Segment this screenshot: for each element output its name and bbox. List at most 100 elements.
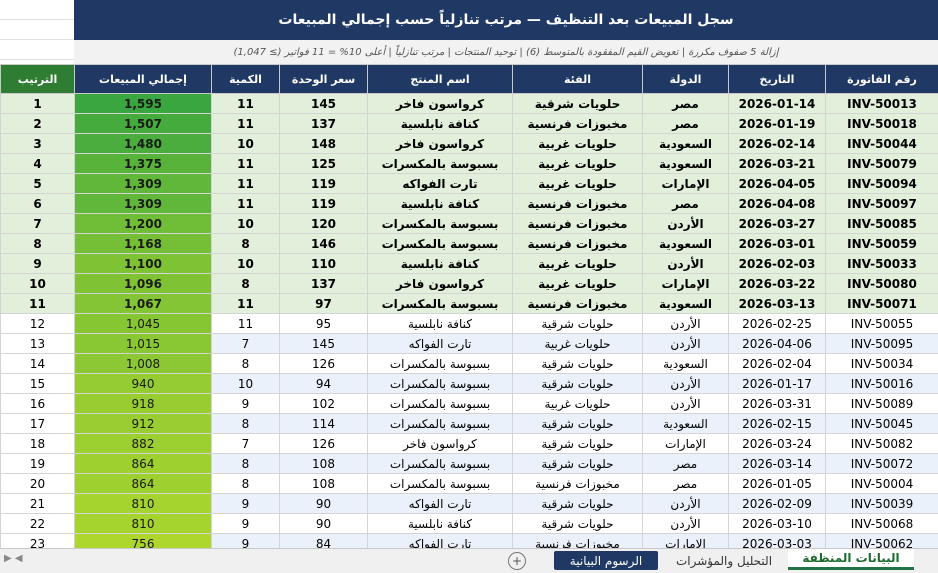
cell-rank[interactable]: 10 bbox=[1, 274, 75, 294]
cell-date[interactable]: 2026-01-14 bbox=[729, 94, 826, 114]
cell-category[interactable]: حلويات غربية bbox=[513, 274, 643, 294]
cell-rank[interactable]: 22 bbox=[1, 514, 75, 534]
cell-invoice[interactable]: INV-50016 bbox=[826, 374, 938, 394]
cell-product[interactable]: كنافة نابلسية bbox=[368, 114, 513, 134]
cell-country[interactable]: الأردن bbox=[643, 314, 729, 334]
cell-total[interactable]: 1,100 bbox=[75, 254, 212, 274]
cell-product[interactable]: بسبوسة بالمكسرات bbox=[368, 454, 513, 474]
cell-product[interactable]: تارت الفواكه bbox=[368, 174, 513, 194]
cell-price[interactable]: 148 bbox=[280, 134, 368, 154]
cell-date[interactable]: 2026-02-15 bbox=[729, 414, 826, 434]
cell-rank[interactable]: 2 bbox=[1, 114, 75, 134]
cell-invoice[interactable]: INV-50089 bbox=[826, 394, 938, 414]
cell-rank[interactable]: 8 bbox=[1, 234, 75, 254]
cell-date[interactable]: 2026-03-21 bbox=[729, 154, 826, 174]
cell-total[interactable]: 1,200 bbox=[75, 214, 212, 234]
cell-price[interactable]: 137 bbox=[280, 274, 368, 294]
cell-country[interactable]: مصر bbox=[643, 114, 729, 134]
cell-category[interactable]: مخبوزات فرنسية bbox=[513, 234, 643, 254]
cell-qty[interactable]: 9 bbox=[212, 394, 280, 414]
cell-qty[interactable]: 9 bbox=[212, 494, 280, 514]
cell-product[interactable]: كرواسون فاخر bbox=[368, 94, 513, 114]
cell-invoice[interactable]: INV-50085 bbox=[826, 214, 938, 234]
cell-invoice[interactable]: INV-50072 bbox=[826, 454, 938, 474]
cell-price[interactable]: 119 bbox=[280, 194, 368, 214]
header-category[interactable]: الفئة bbox=[513, 65, 643, 94]
cell-country[interactable]: الأردن bbox=[643, 394, 729, 414]
cell-qty[interactable]: 9 bbox=[212, 534, 280, 549]
cell-rank[interactable]: 9 bbox=[1, 254, 75, 274]
cell-country[interactable]: الأردن bbox=[643, 254, 729, 274]
cell-qty[interactable]: 11 bbox=[212, 194, 280, 214]
cell-qty[interactable]: 8 bbox=[212, 354, 280, 374]
cell-price[interactable]: 119 bbox=[280, 174, 368, 194]
add-sheet-icon[interactable]: + bbox=[508, 552, 526, 570]
cell-invoice[interactable]: INV-50097 bbox=[826, 194, 938, 214]
cell-total[interactable]: 810 bbox=[75, 514, 212, 534]
cell-total[interactable]: 882 bbox=[75, 434, 212, 454]
spreadsheet-area[interactable]: سجل المبيعات بعد التنظيف — مرتب تنازلياً… bbox=[0, 0, 938, 548]
tab-charts[interactable]: الرسوم البيانية bbox=[554, 551, 658, 570]
cell-invoice[interactable]: INV-50095 bbox=[826, 334, 938, 354]
cell-invoice[interactable]: INV-50034 bbox=[826, 354, 938, 374]
cell-product[interactable]: بسبوسة بالمكسرات bbox=[368, 354, 513, 374]
cell-qty[interactable]: 11 bbox=[212, 294, 280, 314]
cell-invoice[interactable]: INV-50062 bbox=[826, 534, 938, 549]
cell-rank[interactable]: 16 bbox=[1, 394, 75, 414]
cell-category[interactable]: حلويات شرقية bbox=[513, 314, 643, 334]
cell-price[interactable]: 125 bbox=[280, 154, 368, 174]
cell-category[interactable]: مخبوزات فرنسية bbox=[513, 294, 643, 314]
cell-price[interactable]: 114 bbox=[280, 414, 368, 434]
cell-rank[interactable]: 18 bbox=[1, 434, 75, 454]
cell-category[interactable]: حلويات غربية bbox=[513, 154, 643, 174]
cell-product[interactable]: كرواسون فاخر bbox=[368, 134, 513, 154]
cell-product[interactable]: بسبوسة بالمكسرات bbox=[368, 234, 513, 254]
cell-date[interactable]: 2026-01-19 bbox=[729, 114, 826, 134]
cell-product[interactable]: كنافة نابلسية bbox=[368, 514, 513, 534]
cell-invoice[interactable]: INV-50033 bbox=[826, 254, 938, 274]
cell-price[interactable]: 145 bbox=[280, 94, 368, 114]
cell-date[interactable]: 2026-03-27 bbox=[729, 214, 826, 234]
cell-price[interactable]: 97 bbox=[280, 294, 368, 314]
cell-country[interactable]: الإمارات bbox=[643, 534, 729, 549]
cell-country[interactable]: السعودية bbox=[643, 134, 729, 154]
cell-country[interactable]: مصر bbox=[643, 94, 729, 114]
cell-invoice[interactable]: INV-50059 bbox=[826, 234, 938, 254]
cell-total[interactable]: 1,045 bbox=[75, 314, 212, 334]
cell-date[interactable]: 2026-03-03 bbox=[729, 534, 826, 549]
cell-total[interactable]: 1,067 bbox=[75, 294, 212, 314]
cell-qty[interactable]: 10 bbox=[212, 134, 280, 154]
cell-country[interactable]: السعودية bbox=[643, 354, 729, 374]
cell-price[interactable]: 108 bbox=[280, 474, 368, 494]
cell-rank[interactable]: 14 bbox=[1, 354, 75, 374]
cell-qty[interactable]: 10 bbox=[212, 254, 280, 274]
cell-total[interactable]: 1,309 bbox=[75, 174, 212, 194]
cell-date[interactable]: 2026-03-22 bbox=[729, 274, 826, 294]
cell-total[interactable]: 940 bbox=[75, 374, 212, 394]
cell-qty[interactable]: 11 bbox=[212, 154, 280, 174]
cell-qty[interactable]: 9 bbox=[212, 514, 280, 534]
cell-price[interactable]: 90 bbox=[280, 514, 368, 534]
cell-qty[interactable]: 8 bbox=[212, 454, 280, 474]
cell-category[interactable]: حلويات غربية bbox=[513, 334, 643, 354]
cell-total[interactable]: 912 bbox=[75, 414, 212, 434]
cell-qty[interactable]: 10 bbox=[212, 374, 280, 394]
cell-price[interactable]: 126 bbox=[280, 434, 368, 454]
cell-invoice[interactable]: INV-50094 bbox=[826, 174, 938, 194]
cell-qty[interactable]: 8 bbox=[212, 474, 280, 494]
cell-qty[interactable]: 11 bbox=[212, 114, 280, 134]
cell-price[interactable]: 145 bbox=[280, 334, 368, 354]
header-date[interactable]: التاريخ bbox=[729, 65, 826, 94]
cell-country[interactable]: الإمارات bbox=[643, 434, 729, 454]
cell-category[interactable]: حلويات غربية bbox=[513, 134, 643, 154]
cell-total[interactable]: 864 bbox=[75, 454, 212, 474]
cell-product[interactable]: تارت الفواكه bbox=[368, 334, 513, 354]
cell-category[interactable]: حلويات شرقية bbox=[513, 414, 643, 434]
header-invoice[interactable]: رقم الفاتورة bbox=[826, 65, 938, 94]
cell-qty[interactable]: 8 bbox=[212, 234, 280, 254]
cell-date[interactable]: 2026-02-03 bbox=[729, 254, 826, 274]
cell-product[interactable]: بسبوسة بالمكسرات bbox=[368, 214, 513, 234]
cell-qty[interactable]: 11 bbox=[212, 314, 280, 334]
cell-category[interactable]: حلويات غربية bbox=[513, 394, 643, 414]
cell-category[interactable]: مخبوزات فرنسية bbox=[513, 474, 643, 494]
